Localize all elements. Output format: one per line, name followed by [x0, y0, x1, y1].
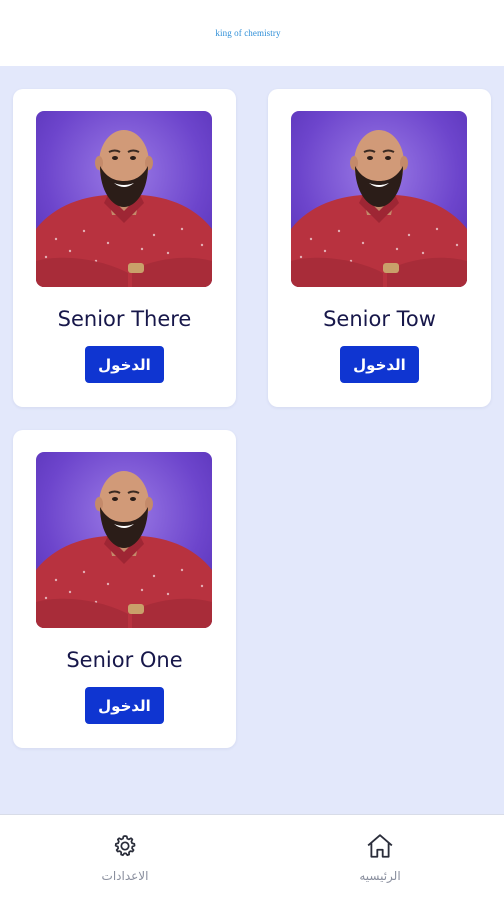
nav-home-label: الرئيسيه [359, 869, 401, 883]
nav-home[interactable]: الرئيسيه [325, 833, 435, 883]
course-card-senior-one[interactable]: Senior One الدخول [13, 430, 236, 748]
teacher-photo [36, 111, 212, 287]
enter-button[interactable]: الدخول [85, 687, 164, 724]
course-title: Senior There [57, 307, 192, 331]
app-header: king of chemistry [0, 0, 504, 66]
course-title: Senior One [66, 648, 183, 672]
course-card-senior-three[interactable]: Senior There الدخول [13, 89, 236, 407]
enter-button[interactable]: الدخول [340, 346, 419, 383]
course-card-senior-two[interactable]: Senior Tow الدخول [268, 89, 491, 407]
app-title: king of chemistry [215, 28, 281, 38]
course-grid: Senior There الدخول Senior Tow الدخول Se… [0, 66, 504, 814]
nav-settings[interactable]: الاعدادات [70, 833, 180, 883]
gear-icon [112, 833, 138, 863]
home-icon [366, 833, 394, 863]
teacher-photo [36, 452, 212, 628]
nav-settings-label: الاعدادات [101, 869, 149, 883]
bottom-navigation: الاعدادات الرئيسيه [0, 814, 504, 900]
teacher-photo [291, 111, 467, 287]
enter-button[interactable]: الدخول [85, 346, 164, 383]
course-title: Senior Tow [323, 307, 436, 331]
